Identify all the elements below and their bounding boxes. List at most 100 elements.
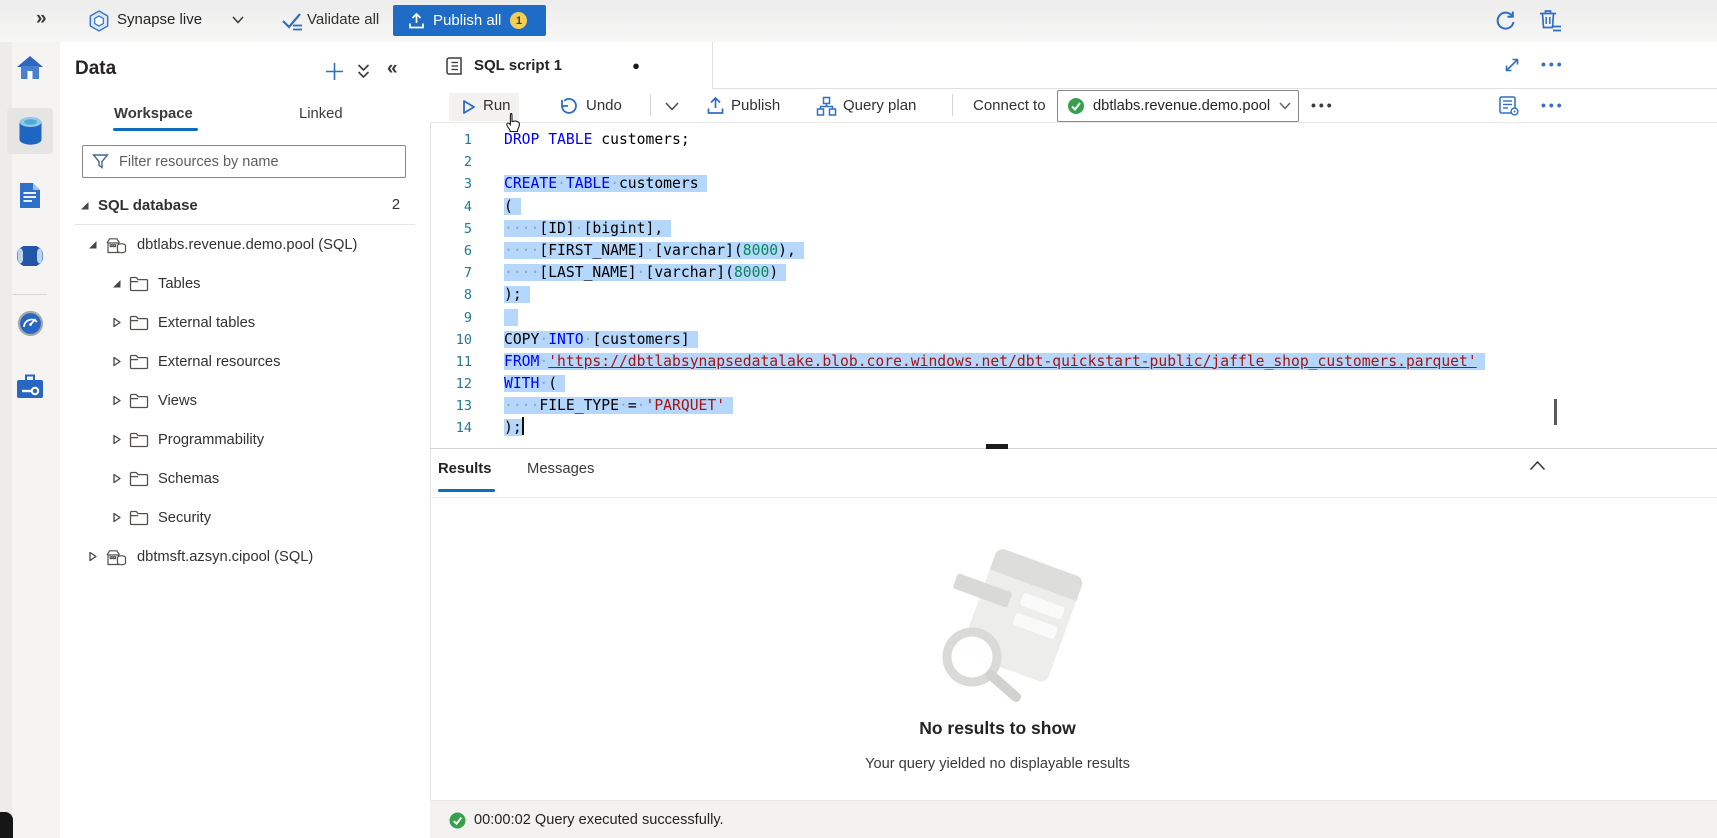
line-number: 7 <box>430 262 472 284</box>
code-line-6[interactable]: ····[FIRST_NAME]·[varchar](8000), <box>504 240 1485 262</box>
query-status-message: 00:00:02 Query executed successfully. <box>474 812 724 828</box>
nav-integrate[interactable] <box>7 233 53 279</box>
code-line-12[interactable]: WITH·( <box>504 373 1485 395</box>
tab-results[interactable]: Results <box>438 461 491 477</box>
expanded-triangle-icon[interactable] <box>86 239 98 250</box>
collapse-results-icon[interactable] <box>1528 459 1547 472</box>
folder-icon <box>129 510 149 526</box>
code-line-9[interactable] <box>504 307 1485 329</box>
tree-item-dbtlabs-revenue-demo-pool-sql[interactable]: dbtlabs.revenue.demo.pool (SQL) <box>60 225 430 264</box>
tree-item-sql-database[interactable]: SQL database2 <box>60 186 430 224</box>
tree-item-label: Tables <box>158 276 200 292</box>
toolbar-more-icon[interactable]: ••• <box>1541 97 1565 113</box>
tree-item-count: 2 <box>392 197 400 213</box>
manage-icon <box>15 374 45 400</box>
filter-input-box <box>82 145 406 178</box>
tab-messages[interactable]: Messages <box>527 461 594 477</box>
tab-sql-script-1[interactable]: SQL script 1 ● <box>430 42 713 89</box>
collapse-all-icon[interactable] <box>356 63 371 80</box>
code-line-1[interactable]: DROP TABLE customers; <box>504 129 1485 151</box>
add-resource-icon[interactable] <box>324 61 345 82</box>
overview-ruler-cursor-mark <box>1554 399 1557 425</box>
nav-manage[interactable] <box>7 364 53 410</box>
tree-item-label: External tables <box>158 315 255 331</box>
line-number: 11 <box>430 351 472 373</box>
code-line-10[interactable]: COPY·INTO·[customers] <box>504 329 1485 351</box>
empty-results-subtitle: Your query yielded no displayable result… <box>430 756 1565 772</box>
code-line-2[interactable] <box>504 151 1485 173</box>
tree-item-external-tables[interactable]: External tables <box>60 303 430 342</box>
folder-icon <box>129 393 149 409</box>
no-results-illustration <box>880 545 1120 710</box>
tab-more-icon[interactable]: ••• <box>1541 56 1565 72</box>
discard-all-icon[interactable] <box>1538 8 1562 33</box>
query-plan-icon <box>816 96 837 117</box>
collapsed-triangle-icon[interactable] <box>86 551 98 562</box>
panel-title: Data <box>75 58 116 80</box>
code-line-7[interactable]: ····[LAST_NAME]·[varchar](8000) <box>504 262 1485 284</box>
mouse-cursor <box>505 112 522 134</box>
publish-all-button[interactable]: Publish all 1 <box>393 5 546 36</box>
tree-item-security[interactable]: Security <box>60 498 430 537</box>
collapsed-triangle-icon[interactable] <box>110 434 122 445</box>
filter-input[interactable] <box>117 153 405 171</box>
tree-item-programmability[interactable]: Programmability <box>60 420 430 459</box>
code-line-3[interactable]: CREATE·TABLE·customers <box>504 173 1485 195</box>
code-line-13[interactable]: ····FILE_TYPE·=·'PARQUET' <box>504 395 1485 417</box>
publish-button[interactable]: Publish <box>731 97 780 114</box>
code-line-8[interactable]: ); <box>504 284 1485 306</box>
tree-item-tables[interactable]: Tables <box>60 264 430 303</box>
toolbar-divider <box>952 94 953 116</box>
tree-item-label: Security <box>158 510 211 526</box>
query-plan-button[interactable]: Query plan <box>843 97 916 114</box>
collapsed-triangle-icon[interactable] <box>110 395 122 406</box>
tab-workspace[interactable]: Workspace <box>114 106 193 122</box>
tree-item-views[interactable]: Views <box>60 381 430 420</box>
tree-item-schemas[interactable]: Schemas <box>60 459 430 498</box>
toolbar-divider <box>650 94 651 116</box>
undo-button[interactable]: Undo <box>586 97 622 114</box>
connect-more-icon[interactable]: ••• <box>1311 97 1335 113</box>
splitter-drag-handle[interactable] <box>986 444 1008 449</box>
expanded-triangle-icon[interactable] <box>78 200 90 211</box>
collapsed-triangle-icon[interactable] <box>110 356 122 367</box>
validate-all-button[interactable]: Validate all <box>307 11 379 28</box>
code-lines[interactable]: DROP TABLE customers; CREATE·TABLE·custom… <box>504 129 1485 440</box>
expand-menu-icon[interactable]: » <box>36 8 47 30</box>
tree-item-label: Views <box>158 393 197 409</box>
query-settings-icon[interactable] <box>1498 95 1520 117</box>
line-number: 5 <box>430 218 472 240</box>
line-number: 13 <box>430 395 472 417</box>
rail-divider <box>13 294 47 295</box>
tree-item-dbtmsft-azsyn-cipool-sql[interactable]: dbtmsft.azsyn.cipool (SQL) <box>60 537 430 576</box>
environment-chevron-icon[interactable] <box>231 15 245 25</box>
refresh-icon[interactable] <box>1494 9 1517 32</box>
tab-linked[interactable]: Linked <box>299 106 343 122</box>
line-number: 4 <box>430 196 472 218</box>
environment-selector[interactable]: Synapse live <box>117 11 202 28</box>
connection-dropdown[interactable]: dbtlabs.revenue.demo.pool <box>1057 90 1299 122</box>
text-cursor <box>522 417 524 435</box>
editor-results-splitter[interactable] <box>430 448 1717 449</box>
collapsed-triangle-icon[interactable] <box>110 473 122 484</box>
line-number: 14 <box>430 417 472 439</box>
code-line-4[interactable]: ( <box>504 196 1485 218</box>
connection-chevron-icon <box>1278 101 1292 111</box>
collapsed-triangle-icon[interactable] <box>110 317 122 328</box>
undo-dropdown-icon[interactable] <box>664 101 680 112</box>
connection-status-icon <box>1067 97 1085 115</box>
code-line-11[interactable]: FROM·'https://dbtlabsynapsedatalake.blob… <box>504 351 1485 373</box>
collapsed-triangle-icon[interactable] <box>110 512 122 523</box>
editor-gutter: 1234567891011121314 <box>430 129 472 440</box>
nav-develop[interactable] <box>7 172 53 218</box>
expanded-triangle-icon[interactable] <box>110 278 122 289</box>
code-line-14[interactable]: ); <box>504 417 1485 439</box>
nav-data[interactable] <box>7 108 53 154</box>
line-number: 9 <box>430 307 472 329</box>
code-line-5[interactable]: ····[ID]·[bigint], <box>504 218 1485 240</box>
expand-editor-icon[interactable] <box>1503 56 1521 74</box>
tree-item-external-resources[interactable]: External resources <box>60 342 430 381</box>
collapse-panel-icon[interactable]: « <box>387 58 398 80</box>
nav-monitor[interactable] <box>7 300 53 346</box>
nav-home[interactable] <box>7 44 53 90</box>
